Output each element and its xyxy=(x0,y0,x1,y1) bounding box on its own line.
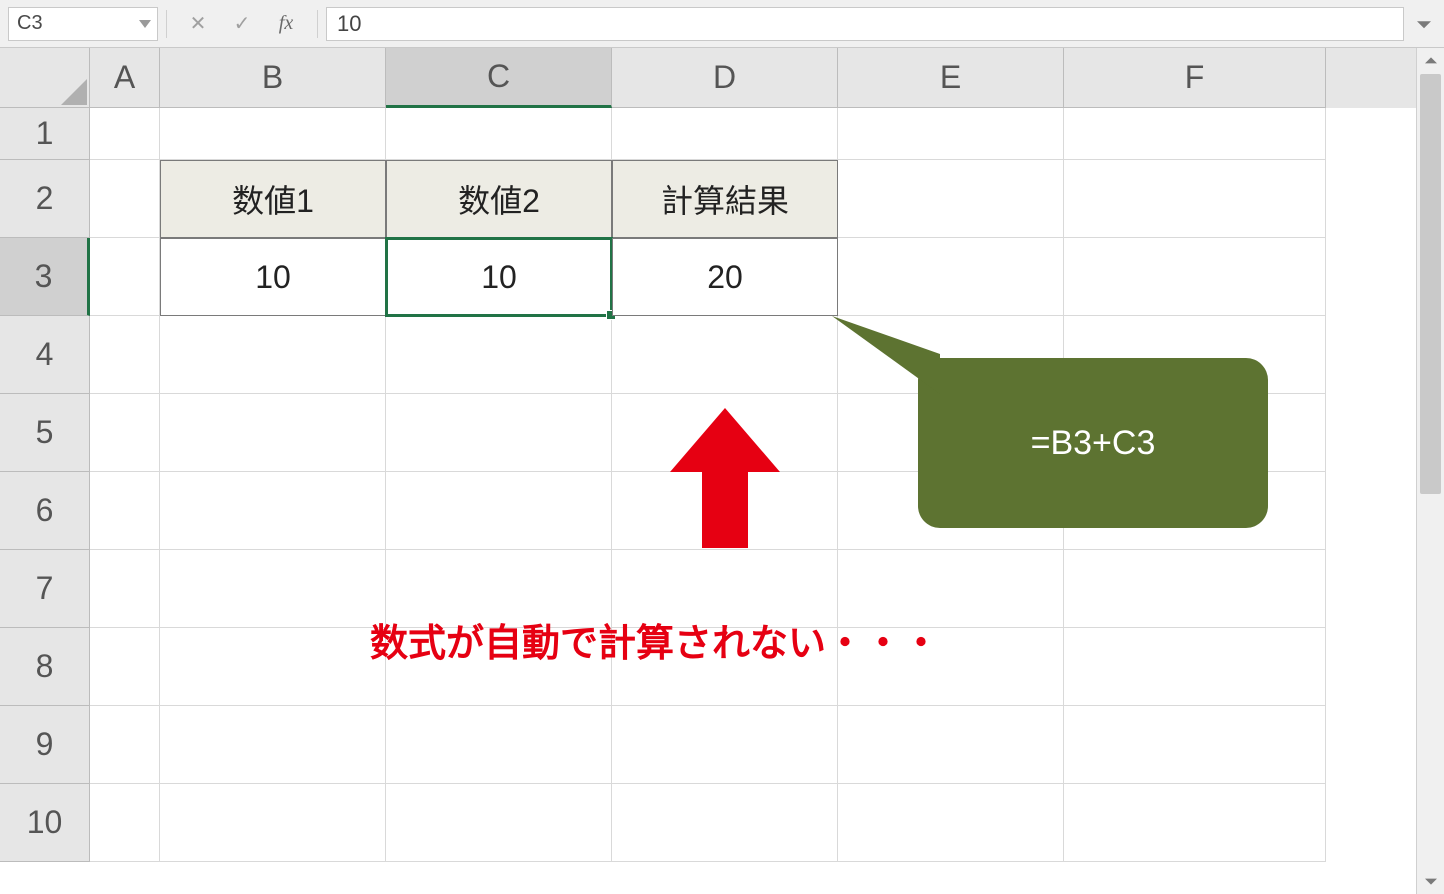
formula-input-value: 10 xyxy=(337,11,361,37)
column-header-C[interactable]: C xyxy=(386,48,612,108)
formula-input[interactable]: 10 xyxy=(326,7,1404,41)
row-header-2[interactable]: 2 xyxy=(0,160,90,238)
cell-C3[interactable]: 10 xyxy=(386,238,612,316)
cell-D1[interactable] xyxy=(612,108,838,160)
cell-B9[interactable] xyxy=(160,706,386,784)
cell-F9[interactable] xyxy=(1064,706,1326,784)
column-header-F[interactable]: F xyxy=(1064,48,1326,108)
cell-C5[interactable] xyxy=(386,394,612,472)
cell-A1[interactable] xyxy=(90,108,160,160)
name-box-dropdown-icon[interactable] xyxy=(139,20,151,28)
name-box-value: C3 xyxy=(17,12,43,35)
cell-F7[interactable] xyxy=(1064,550,1326,628)
scrollbar-thumb[interactable] xyxy=(1420,74,1441,494)
row-header-3[interactable]: 3 xyxy=(0,238,90,316)
cell-F2[interactable] xyxy=(1064,160,1326,238)
enter-icon[interactable]: ✓ xyxy=(229,11,255,37)
cell-B7[interactable] xyxy=(160,550,386,628)
scroll-down-arrow-icon[interactable] xyxy=(1417,868,1444,894)
cell-E3[interactable] xyxy=(838,238,1064,316)
row-header-5[interactable]: 5 xyxy=(0,394,90,472)
cell-D9[interactable] xyxy=(612,706,838,784)
callout-text: =B3+C3 xyxy=(1031,424,1156,463)
insert-function-button[interactable]: fx xyxy=(273,11,299,37)
column-header-A[interactable]: A xyxy=(90,48,160,108)
cell-E10[interactable] xyxy=(838,784,1064,862)
column-headers: ABCDEF xyxy=(0,48,1444,108)
row-header-6[interactable]: 6 xyxy=(0,472,90,550)
cell-A10[interactable] xyxy=(90,784,160,862)
formula-bar: C3 ✕ ✓ fx 10 xyxy=(0,0,1444,48)
cell-B5[interactable] xyxy=(160,394,386,472)
callout-tail-icon xyxy=(822,310,942,400)
row-header-10[interactable]: 10 xyxy=(0,784,90,862)
cell-D10[interactable] xyxy=(612,784,838,862)
cell-A5[interactable] xyxy=(90,394,160,472)
name-box[interactable]: C3 xyxy=(8,7,158,41)
select-all-corner[interactable] xyxy=(0,48,90,108)
cell-D4[interactable] xyxy=(612,316,838,394)
cell-C1[interactable] xyxy=(386,108,612,160)
cell-A3[interactable] xyxy=(90,238,160,316)
cancel-icon[interactable]: ✕ xyxy=(185,11,211,37)
scrollbar-track[interactable] xyxy=(1420,74,1441,868)
cell-A7[interactable] xyxy=(90,550,160,628)
cell-F3[interactable] xyxy=(1064,238,1326,316)
up-arrow-icon xyxy=(670,408,780,553)
cell-B1[interactable] xyxy=(160,108,386,160)
cell-A9[interactable] xyxy=(90,706,160,784)
cell-A4[interactable] xyxy=(90,316,160,394)
cell-B3[interactable]: 10 xyxy=(160,238,386,316)
cell-E9[interactable] xyxy=(838,706,1064,784)
cell-F8[interactable] xyxy=(1064,628,1326,706)
cell-C6[interactable] xyxy=(386,472,612,550)
cell-D3[interactable]: 20 xyxy=(612,238,838,316)
cell-B10[interactable] xyxy=(160,784,386,862)
cell-B8[interactable] xyxy=(160,628,386,706)
cell-F10[interactable] xyxy=(1064,784,1326,862)
row-header-8[interactable]: 8 xyxy=(0,628,90,706)
cell-B4[interactable] xyxy=(160,316,386,394)
vertical-scrollbar[interactable] xyxy=(1416,48,1444,894)
cell-C9[interactable] xyxy=(386,706,612,784)
column-header-D[interactable]: D xyxy=(612,48,838,108)
scroll-up-arrow-icon[interactable] xyxy=(1417,48,1444,74)
annotation-text: 数式が自動で計算されない・・・ xyxy=(370,612,940,667)
row-header-1[interactable]: 1 xyxy=(0,108,90,160)
cell-A8[interactable] xyxy=(90,628,160,706)
row-header-4[interactable]: 4 xyxy=(0,316,90,394)
cell-E2[interactable] xyxy=(838,160,1064,238)
expand-formula-bar-button[interactable] xyxy=(1412,7,1436,41)
formula-callout: =B3+C3 xyxy=(918,358,1268,528)
cell-F1[interactable] xyxy=(1064,108,1326,160)
column-header-B[interactable]: B xyxy=(160,48,386,108)
divider xyxy=(317,10,318,38)
table-header-B2[interactable]: 数値1 xyxy=(160,160,386,238)
cell-C4[interactable] xyxy=(386,316,612,394)
table-header-C2[interactable]: 数値2 xyxy=(386,160,612,238)
row-header-7[interactable]: 7 xyxy=(0,550,90,628)
cell-B6[interactable] xyxy=(160,472,386,550)
cell-A6[interactable] xyxy=(90,472,160,550)
cell-A2[interactable] xyxy=(90,160,160,238)
table-header-D2[interactable]: 計算結果 xyxy=(612,160,838,238)
row-header-9[interactable]: 9 xyxy=(0,706,90,784)
row-headers: 12345678910 xyxy=(0,108,90,894)
column-header-E[interactable]: E xyxy=(838,48,1064,108)
cell-C10[interactable] xyxy=(386,784,612,862)
cell-E1[interactable] xyxy=(838,108,1064,160)
formula-buttons: ✕ ✓ fx xyxy=(175,11,309,37)
divider xyxy=(166,10,167,38)
